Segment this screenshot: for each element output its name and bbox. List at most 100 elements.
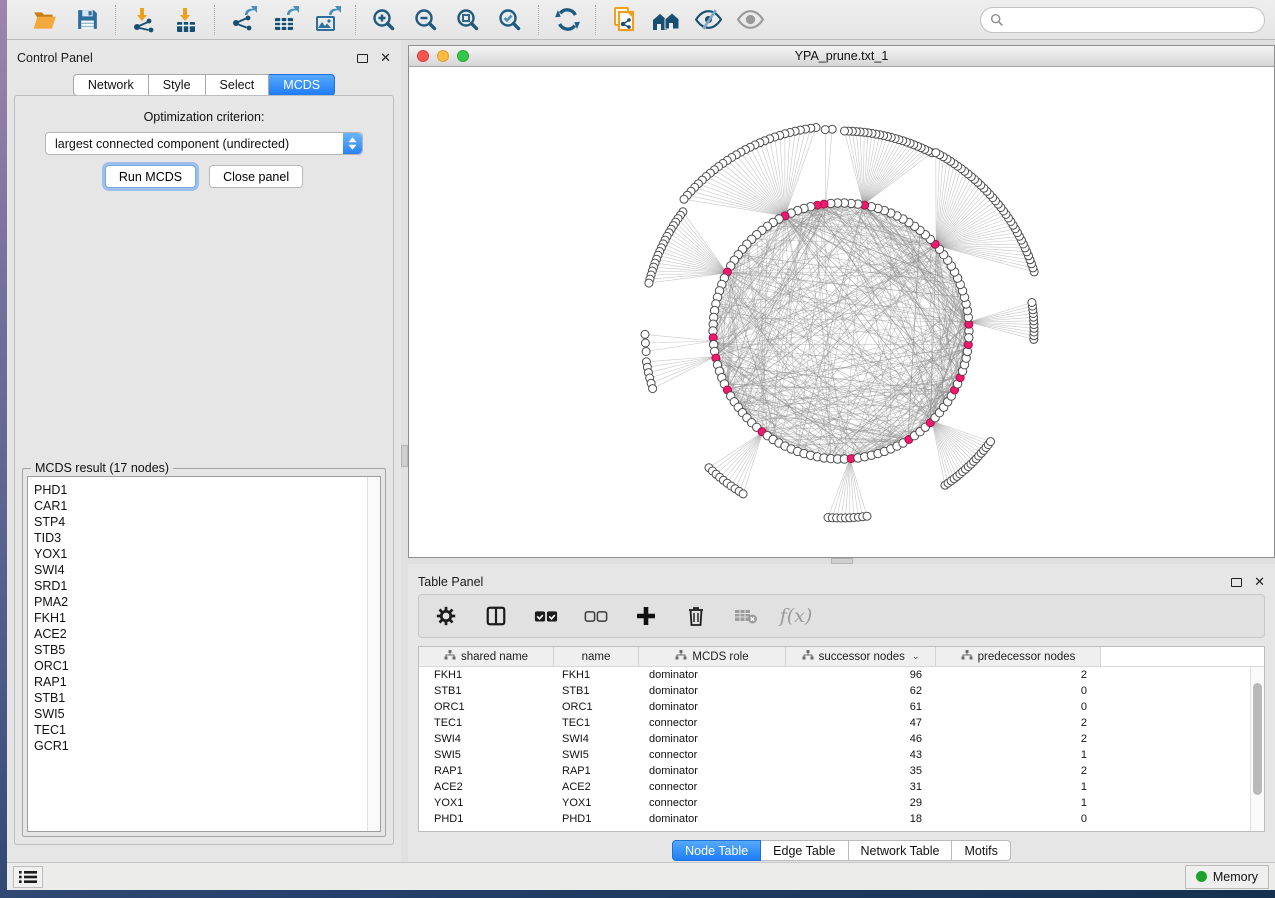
open-file-icon[interactable] xyxy=(30,5,60,35)
cell-predecessor_nodes[interactable]: 2 xyxy=(936,733,1101,745)
control-panel-float-icon[interactable] xyxy=(357,54,368,63)
cell-name[interactable]: STB1 xyxy=(554,685,639,697)
tab-node-table[interactable]: Node Table xyxy=(672,840,761,861)
search-input[interactable] xyxy=(1010,13,1255,27)
result-list-item[interactable]: TEC1 xyxy=(34,722,380,738)
table-row[interactable]: STB1STB1dominator620 xyxy=(419,683,1250,699)
cell-name[interactable]: ORC1 xyxy=(554,701,639,713)
column-header-name[interactable]: name xyxy=(554,647,639,666)
network-canvas[interactable] xyxy=(409,67,1274,557)
cell-name[interactable]: SWI4 xyxy=(554,733,639,745)
zoom-in-icon[interactable] xyxy=(369,5,399,35)
import-table-icon[interactable] xyxy=(171,5,201,35)
cell-predecessor_nodes[interactable]: 0 xyxy=(936,813,1101,825)
cell-successor_nodes[interactable]: 31 xyxy=(786,781,936,793)
cell-mcds_role[interactable]: dominator xyxy=(639,685,786,697)
result-list-item[interactable]: SWI5 xyxy=(34,706,380,722)
deselect-all-checkboxes-icon[interactable] xyxy=(583,603,609,629)
cell-mcds_role[interactable]: connector xyxy=(639,749,786,761)
select-all-checkboxes-icon[interactable] xyxy=(533,603,559,629)
mcds-result-list[interactable]: PHD1CAR1STP4TID3YOX1SWI4SRD1PMA2FKH1ACE2… xyxy=(27,476,381,832)
table-row[interactable]: SWI4SWI4dominator462 xyxy=(419,731,1250,747)
cell-predecessor_nodes[interactable]: 0 xyxy=(936,685,1101,697)
cell-mcds_role[interactable]: dominator xyxy=(639,765,786,777)
column-header-predecessor-nodes[interactable]: predecessor nodes xyxy=(936,647,1101,666)
tab-edge-table[interactable]: Edge Table xyxy=(761,840,848,861)
table-row[interactable]: YOX1YOX1connector291 xyxy=(419,795,1250,811)
network-view-titlebar[interactable]: YPA_prune.txt_1 xyxy=(409,46,1274,67)
column-header-shared-name[interactable]: shared name xyxy=(419,647,554,666)
cell-predecessor_nodes[interactable]: 1 xyxy=(936,749,1101,761)
result-list-item[interactable]: TID3 xyxy=(34,530,380,546)
table-row[interactable]: FKH1FKH1dominator962 xyxy=(419,667,1250,683)
cell-mcds_role[interactable]: connector xyxy=(639,717,786,729)
tab-motifs[interactable]: Motifs xyxy=(952,840,1010,861)
cell-predecessor_nodes[interactable]: 2 xyxy=(936,765,1101,777)
result-list-item[interactable]: ORC1 xyxy=(34,658,380,674)
result-list-item[interactable]: ACE2 xyxy=(34,626,380,642)
cell-name[interactable]: SWI5 xyxy=(554,749,639,761)
result-list-item[interactable]: STB5 xyxy=(34,642,380,658)
column-header-MCDS-role[interactable]: MCDS role xyxy=(639,647,786,666)
add-column-icon[interactable] xyxy=(633,603,659,629)
table-panel-float-icon[interactable] xyxy=(1231,578,1242,587)
cell-predecessor_nodes[interactable]: 2 xyxy=(936,669,1101,681)
close-panel-button[interactable]: Close panel xyxy=(209,165,303,188)
optimization-criterion-dropdown[interactable]: largest connected component (undirected) xyxy=(45,132,363,155)
cell-successor_nodes[interactable]: 96 xyxy=(786,669,936,681)
result-list-item[interactable]: PMA2 xyxy=(34,594,380,610)
cell-name[interactable]: FKH1 xyxy=(554,669,639,681)
cell-name[interactable]: TEC1 xyxy=(554,717,639,729)
first-neighbors-icon[interactable] xyxy=(651,5,681,35)
import-network-icon[interactable] xyxy=(129,5,159,35)
hide-selected-icon[interactable] xyxy=(693,5,723,35)
cell-mcds_role[interactable]: connector xyxy=(639,797,786,809)
cell-shared_name[interactable]: STB1 xyxy=(419,685,554,697)
result-list-item[interactable]: STP4 xyxy=(34,514,380,530)
cell-shared_name[interactable]: ACE2 xyxy=(419,781,554,793)
zoom-selected-icon[interactable] xyxy=(495,5,525,35)
cell-mcds_role[interactable]: dominator xyxy=(639,669,786,681)
result-list-item[interactable]: RAP1 xyxy=(34,674,380,690)
column-layout-icon[interactable] xyxy=(483,603,509,629)
cell-predecessor_nodes[interactable]: 2 xyxy=(936,717,1101,729)
result-list-item[interactable]: GCR1 xyxy=(34,738,380,754)
cell-mcds_role[interactable]: dominator xyxy=(639,733,786,745)
cell-name[interactable]: ACE2 xyxy=(554,781,639,793)
result-list-item[interactable]: SWI4 xyxy=(34,562,380,578)
table-row[interactable]: PHD1PHD1dominator180 xyxy=(419,811,1250,827)
vertical-splitter[interactable] xyxy=(401,40,408,862)
table-row[interactable]: ORC1ORC1dominator610 xyxy=(419,699,1250,715)
table-scrollbar-thumb[interactable] xyxy=(1253,683,1262,795)
clone-network-icon[interactable] xyxy=(609,5,639,35)
tab-style[interactable]: Style xyxy=(149,74,206,96)
export-network-icon[interactable] xyxy=(228,5,258,35)
delete-column-icon[interactable] xyxy=(683,603,709,629)
cell-successor_nodes[interactable]: 61 xyxy=(786,701,936,713)
result-list-item[interactable]: STB1 xyxy=(34,690,380,706)
tab-mcds[interactable]: MCDS xyxy=(269,74,335,96)
cell-predecessor_nodes[interactable]: 1 xyxy=(936,781,1101,793)
table-panel-close-icon[interactable]: ✕ xyxy=(1254,577,1265,587)
tab-network[interactable]: Network xyxy=(73,74,149,96)
cell-shared_name[interactable]: RAP1 xyxy=(419,765,554,777)
cell-successor_nodes[interactable]: 47 xyxy=(786,717,936,729)
column-header-successor-nodes[interactable]: successor nodes⌄ xyxy=(786,647,936,666)
task-history-button[interactable] xyxy=(13,866,43,888)
export-table-icon[interactable] xyxy=(270,5,300,35)
cell-mcds_role[interactable]: dominator xyxy=(639,701,786,713)
control-panel-close-icon[interactable]: ✕ xyxy=(380,53,391,63)
cell-successor_nodes[interactable]: 62 xyxy=(786,685,936,697)
cell-predecessor_nodes[interactable]: 0 xyxy=(936,701,1101,713)
cell-shared_name[interactable]: ORC1 xyxy=(419,701,554,713)
zoom-fit-icon[interactable] xyxy=(453,5,483,35)
table-row[interactable]: TEC1TEC1connector472 xyxy=(419,715,1250,731)
result-list-item[interactable]: YOX1 xyxy=(34,546,380,562)
table-scrollbar[interactable] xyxy=(1250,667,1264,831)
cell-predecessor_nodes[interactable]: 1 xyxy=(936,797,1101,809)
vertical-splitter-handle[interactable] xyxy=(401,445,408,467)
settings-gear-icon[interactable] xyxy=(433,603,459,629)
cell-mcds_role[interactable]: dominator xyxy=(639,813,786,825)
search-box[interactable] xyxy=(980,7,1265,33)
run-mcds-button[interactable]: Run MCDS xyxy=(105,165,196,188)
